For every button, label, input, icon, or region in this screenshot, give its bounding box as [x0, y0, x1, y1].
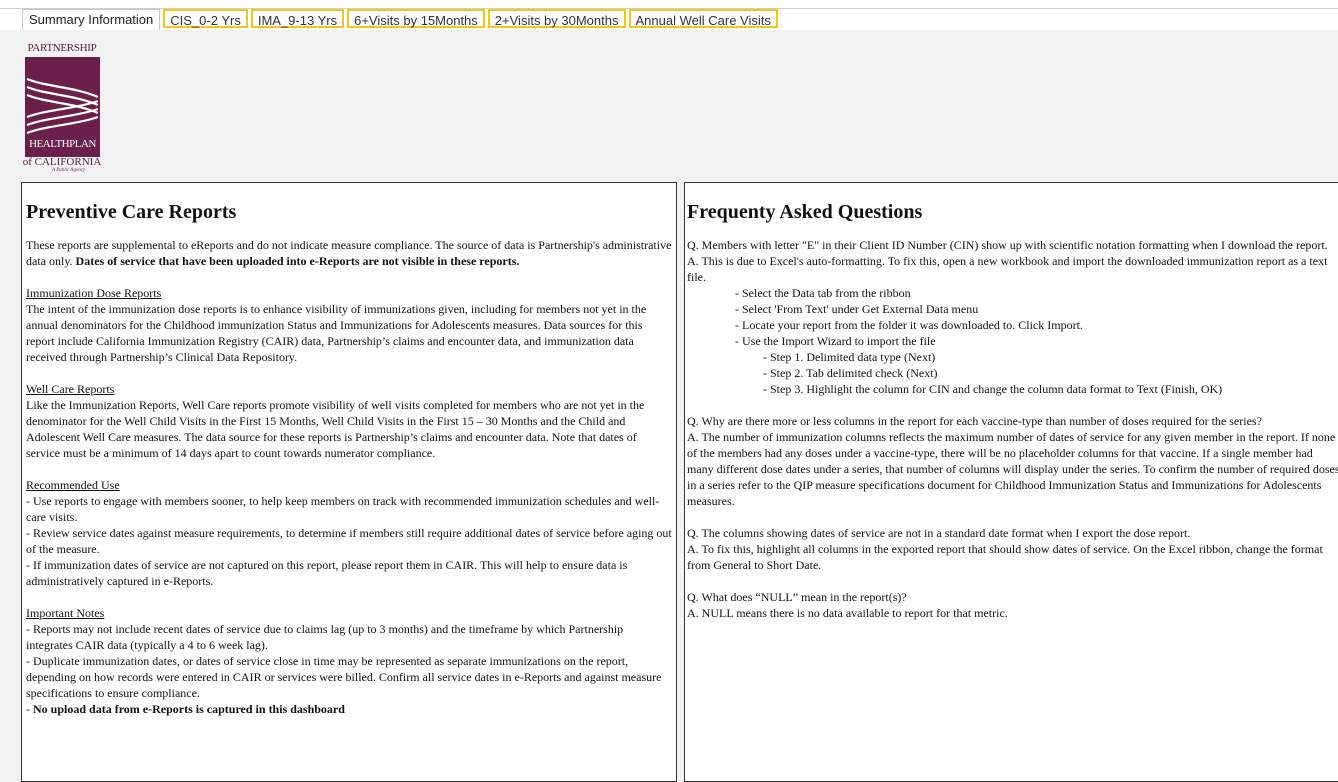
well-care-heading: Well Care Reports: [26, 382, 115, 396]
recommended-use-heading: Recommended Use: [26, 478, 120, 492]
faq-panel: Frequenty Asked Questions Q. Members wit…: [684, 182, 1338, 782]
tab-annual-well-care-visits[interactable]: Annual Well Care Visits: [628, 9, 778, 28]
intro-bold-text: Dates of service that have been uploaded…: [75, 254, 520, 268]
faq-step: - Select 'From Text' under Get External …: [735, 302, 979, 316]
recommended-use-item: - Use reports to engage with members soo…: [26, 494, 660, 524]
logo-line-of-california: of CALIFORNIA: [22, 156, 102, 168]
tab-cis-0-2-yrs[interactable]: CIS_0-2 Yrs: [163, 9, 248, 28]
notes-bold-prefix: -: [26, 702, 33, 716]
logo-line-partnership: PARTNERSHIP: [27, 42, 97, 54]
preventive-care-reports-panel: Preventive Care Reports These reports ar…: [21, 182, 677, 782]
logo-tagline: A Public Agency: [52, 168, 86, 173]
tab-6-visits-by-15-months[interactable]: 6+Visits by 15Months: [347, 9, 485, 28]
faq-step: - Use the Import Wizard to import the fi…: [735, 334, 936, 348]
tab-ima-9-13-yrs[interactable]: IMA_9-13 Yrs: [250, 9, 345, 28]
faq-answer: A. NULL means there is no data available…: [687, 606, 1008, 620]
faq-step: - Select the Data tab from the ribbon: [735, 286, 911, 300]
tab-summary-information[interactable]: Summary Information: [22, 9, 161, 30]
immunization-text: The intent of the immunization dose repo…: [26, 302, 647, 364]
partnership-logo: PARTNERSHIP HEALTHPLAN of CALIFORNIA A P…: [22, 42, 102, 174]
faq-answer: A. This is due to Excel's auto-formattin…: [687, 254, 1328, 284]
well-care-text: Like the Immunization Reports, Well Care…: [26, 398, 645, 460]
faq-substep: - Step 3. Highlight the column for CIN a…: [763, 382, 1223, 396]
important-notes-item: - Duplicate immunization dates, or dates…: [26, 654, 662, 700]
faq-answer: A. The number of immunization columns re…: [687, 430, 1338, 508]
important-notes-heading: Important Notes: [26, 606, 105, 620]
intro-paragraph: These reports are supplemental to eRepor…: [26, 237, 672, 269]
preventive-care-reports-title: Preventive Care Reports: [26, 201, 237, 223]
tab-list: Summary Information CIS_0-2 Yrs IMA_9-13…: [22, 9, 781, 30]
faq-answer: A. To fix this, highlight all columns in…: [687, 542, 1323, 572]
faq-substep: - Step 2. Tab delimited check (Next): [763, 366, 938, 380]
faq-question: Q. Members with letter "E" in their Clie…: [687, 238, 1328, 252]
recommended-use-item: - If immunization dates of service are n…: [26, 558, 628, 588]
faq-title: Frequenty Asked Questions: [687, 201, 923, 223]
recommended-use-item: - Review service dates against measure r…: [26, 526, 672, 556]
faq-question: Q. What does “NULL” mean in the report(s…: [687, 590, 907, 604]
immunization-heading: Immunization Dose Reports: [26, 286, 162, 300]
logo-line-healthplan: HEALTHPLAN: [29, 138, 96, 150]
tab-2-visits-by-30-months[interactable]: 2+Visits by 30Months: [487, 9, 626, 28]
notes-bold-text: No upload data from e-Reports is capture…: [33, 702, 345, 716]
important-notes-item: - Reports may not include recent dates o…: [26, 622, 624, 652]
faq-question: Q. The columns showing dates of service …: [687, 526, 1191, 540]
faq-substep: - Step 1. Delimited data type (Next): [763, 350, 936, 364]
faq-step: - Locate your report from the folder it …: [735, 318, 1083, 332]
tab-bar: Summary Information CIS_0-2 Yrs IMA_9-13…: [0, 0, 1338, 30]
faq-question: Q. Why are there more or less columns in…: [687, 414, 1262, 428]
important-notes-item-bold: - No upload data from e-Reports is captu…: [26, 701, 672, 717]
